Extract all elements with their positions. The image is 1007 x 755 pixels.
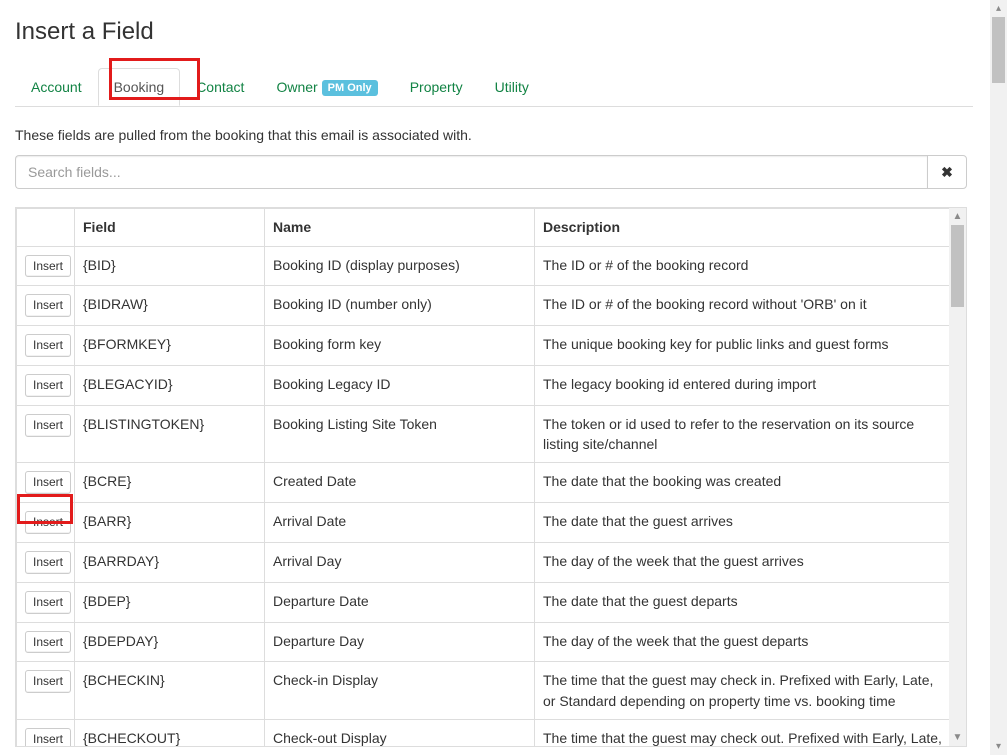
table-row: Insert{BCRE}Created DateThe date that th… xyxy=(17,463,951,503)
field-name: Booking form key xyxy=(265,326,535,366)
field-description: The unique booking key for public links … xyxy=(535,326,951,366)
field-name: Arrival Day xyxy=(265,542,535,582)
field-name: Created Date xyxy=(265,463,535,503)
field-description: The day of the week that the guest arriv… xyxy=(535,542,951,582)
fields-table: Field Name Description Insert{BID}Bookin… xyxy=(16,208,951,747)
insert-button[interactable]: Insert xyxy=(25,551,71,574)
field-token: {BARRDAY} xyxy=(75,542,265,582)
clear-search-button[interactable]: ✖ xyxy=(927,155,967,189)
field-name: Booking ID (number only) xyxy=(265,286,535,326)
insert-button[interactable]: Insert xyxy=(25,591,71,614)
tabs: Account Booking Contact Owner PM Only Pro… xyxy=(15,68,973,107)
insert-button[interactable]: Insert xyxy=(25,255,71,278)
insert-button[interactable]: Insert xyxy=(25,334,71,357)
field-description: The time that the guest may check out. P… xyxy=(535,719,951,747)
intro-text: These fields are pulled from the booking… xyxy=(15,127,973,143)
insert-button[interactable]: Insert xyxy=(25,511,71,534)
table-row: Insert{BARR}Arrival DateThe date that th… xyxy=(17,503,951,543)
fields-table-container: Field Name Description Insert{BID}Bookin… xyxy=(15,207,967,747)
field-token: {BCHECKIN} xyxy=(75,662,265,720)
tab-booking[interactable]: Booking xyxy=(98,68,181,106)
scroll-down-icon[interactable]: ▼ xyxy=(949,729,966,746)
field-name: Departure Day xyxy=(265,622,535,662)
table-row: Insert{BFORMKEY}Booking form keyThe uniq… xyxy=(17,326,951,366)
field-token: {BLISTINGTOKEN} xyxy=(75,405,265,463)
scroll-down-icon[interactable]: ▾ xyxy=(990,738,1007,755)
close-icon: ✖ xyxy=(941,164,953,180)
pm-only-badge: PM Only xyxy=(322,80,378,96)
scroll-thumb[interactable] xyxy=(951,225,964,307)
field-name: Check-in Display xyxy=(265,662,535,720)
field-name: Arrival Date xyxy=(265,503,535,543)
field-token: {BDEP} xyxy=(75,582,265,622)
field-token: {BID} xyxy=(75,246,265,286)
insert-button[interactable]: Insert xyxy=(25,631,71,654)
tab-utility[interactable]: Utility xyxy=(479,68,545,106)
field-token: {BFORMKEY} xyxy=(75,326,265,366)
field-name: Booking ID (display purposes) xyxy=(265,246,535,286)
field-name: Booking Listing Site Token xyxy=(265,405,535,463)
tab-owner-label: Owner xyxy=(276,79,317,95)
field-description: The day of the week that the guest depar… xyxy=(535,622,951,662)
table-row: Insert{BLISTINGTOKEN}Booking Listing Sit… xyxy=(17,405,951,463)
tab-contact[interactable]: Contact xyxy=(180,68,260,106)
header-description: Description xyxy=(535,209,951,246)
table-row: Insert{BID}Booking ID (display purposes)… xyxy=(17,246,951,286)
header-insert xyxy=(17,209,75,246)
insert-button[interactable]: Insert xyxy=(25,414,71,437)
tab-property[interactable]: Property xyxy=(394,68,479,106)
insert-button[interactable]: Insert xyxy=(25,471,71,494)
window-scrollbar[interactable]: ▴ ▾ xyxy=(990,0,1007,755)
field-description: The ID or # of the booking record xyxy=(535,246,951,286)
field-name: Departure Date xyxy=(265,582,535,622)
scroll-up-icon[interactable]: ▲ xyxy=(949,208,966,225)
field-description: The token or id used to refer to the res… xyxy=(535,405,951,463)
table-row: Insert{BCHECKOUT}Check-out DisplayThe ti… xyxy=(17,719,951,747)
field-description: The legacy booking id entered during imp… xyxy=(535,365,951,405)
field-description: The ID or # of the booking record withou… xyxy=(535,286,951,326)
field-name: Booking Legacy ID xyxy=(265,365,535,405)
field-name: Check-out Display xyxy=(265,719,535,747)
scroll-thumb[interactable] xyxy=(992,17,1005,83)
field-description: The date that the guest arrives xyxy=(535,503,951,543)
field-token: {BLEGACYID} xyxy=(75,365,265,405)
table-row: Insert{BLEGACYID}Booking Legacy IDThe le… xyxy=(17,365,951,405)
page-title: Insert a Field xyxy=(15,18,973,46)
header-field: Field xyxy=(75,209,265,246)
table-row: Insert{BDEP}Departure DateThe date that … xyxy=(17,582,951,622)
table-row: Insert{BIDRAW}Booking ID (number only)Th… xyxy=(17,286,951,326)
table-row: Insert{BCHECKIN}Check-in DisplayThe time… xyxy=(17,662,951,720)
table-header-row: Field Name Description xyxy=(17,209,951,246)
insert-button[interactable]: Insert xyxy=(25,374,71,397)
table-row: Insert{BDEPDAY}Departure DayThe day of t… xyxy=(17,622,951,662)
field-token: {BCRE} xyxy=(75,463,265,503)
insert-button[interactable]: Insert xyxy=(25,728,71,747)
insert-button[interactable]: Insert xyxy=(25,294,71,317)
field-token: {BDEPDAY} xyxy=(75,622,265,662)
scroll-up-icon[interactable]: ▴ xyxy=(990,0,1007,17)
field-token: {BCHECKOUT} xyxy=(75,719,265,747)
tab-owner[interactable]: Owner PM Only xyxy=(260,68,393,107)
field-description: The date that the booking was created xyxy=(535,463,951,503)
field-description: The date that the guest departs xyxy=(535,582,951,622)
table-scrollbar[interactable]: ▲ ▼ xyxy=(949,208,966,746)
search-input[interactable] xyxy=(15,155,927,189)
header-name: Name xyxy=(265,209,535,246)
field-token: {BARR} xyxy=(75,503,265,543)
tab-account[interactable]: Account xyxy=(15,68,98,106)
table-row: Insert{BARRDAY}Arrival DayThe day of the… xyxy=(17,542,951,582)
insert-button[interactable]: Insert xyxy=(25,670,71,693)
field-description: The time that the guest may check in. Pr… xyxy=(535,662,951,720)
field-token: {BIDRAW} xyxy=(75,286,265,326)
